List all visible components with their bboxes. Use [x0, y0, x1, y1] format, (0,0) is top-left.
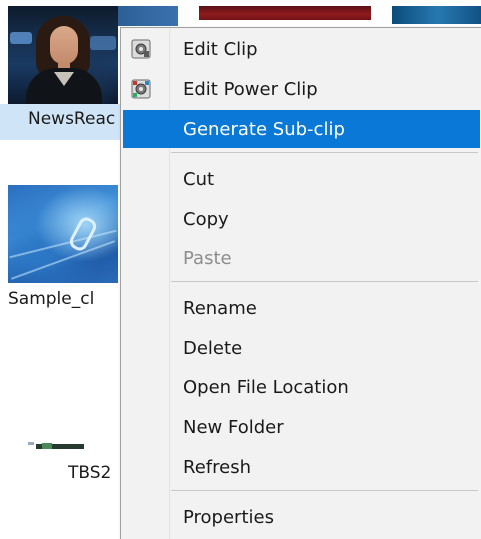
menu-item-paste[interactable]: Paste: [123, 239, 480, 277]
edit-clip-icon: [131, 39, 151, 59]
menu-item-edit-clip[interactable]: Edit Clip: [123, 30, 480, 68]
clip-label-newsreader[interactable]: NewsReac: [28, 109, 120, 129]
clip-thumbnail-sample[interactable]: [8, 185, 118, 283]
studio-light: [90, 36, 116, 50]
clip-thumbnail-partial[interactable]: [118, 6, 178, 26]
menu-separator: [171, 490, 478, 491]
menu-item-label: New Folder: [183, 416, 284, 438]
clip-thumbnail-newsreader[interactable]: [8, 6, 118, 104]
menu-item-properties[interactable]: Properties: [123, 498, 480, 536]
context-menu: Edit Clip Edit Power Clip Generate Sub-c…: [120, 27, 481, 539]
menu-item-label: Paste: [183, 247, 232, 269]
menu-item-label: Edit Clip: [183, 38, 258, 60]
menu-item-new-folder[interactable]: New Folder: [123, 408, 480, 446]
menu-item-label: Properties: [183, 506, 274, 528]
menu-item-cut[interactable]: Cut: [123, 160, 480, 198]
menu-item-edit-power-clip[interactable]: Edit Power Clip: [123, 70, 480, 108]
menu-item-label: Copy: [183, 208, 229, 230]
menu-item-label: Generate Sub-clip: [183, 118, 345, 140]
clip-thumbnail-tbs2[interactable]: [28, 442, 84, 450]
menu-separator: [171, 152, 478, 153]
menu-item-generate-sub-clip[interactable]: Generate Sub-clip: [123, 110, 480, 148]
clip-thumbnail-red[interactable]: [199, 6, 371, 20]
studio-light: [10, 32, 32, 44]
menu-item-label: Delete: [183, 337, 243, 359]
graphic-line: [10, 240, 116, 280]
clip-label-sample[interactable]: Sample_cl: [8, 289, 120, 309]
anchor-face: [50, 26, 78, 64]
menu-item-label: Rename: [183, 297, 257, 319]
thumbnail-graphic: [28, 442, 34, 445]
menu-item-label: Edit Power Clip: [183, 78, 318, 100]
menu-item-copy[interactable]: Copy: [123, 200, 480, 238]
menu-item-label: Open File Location: [183, 376, 349, 398]
menu-item-rename[interactable]: Rename: [123, 289, 480, 327]
menu-item-label: Refresh: [183, 456, 251, 478]
menu-item-label: Cut: [183, 168, 215, 190]
menu-item-open-file-location[interactable]: Open File Location: [123, 368, 480, 406]
thumbnail-graphic: [42, 443, 52, 449]
edit-power-clip-icon: [131, 79, 151, 99]
clip-thumbnail-blue[interactable]: [392, 6, 481, 24]
media-browser-view: NewsReac Sample_cl TBS2 Edit Clip Edit P…: [0, 0, 481, 539]
menu-item-delete[interactable]: Delete: [123, 329, 480, 367]
menu-item-refresh[interactable]: Refresh: [123, 448, 480, 486]
menu-separator: [171, 281, 478, 282]
clip-label-tbs2[interactable]: TBS2: [68, 463, 120, 483]
